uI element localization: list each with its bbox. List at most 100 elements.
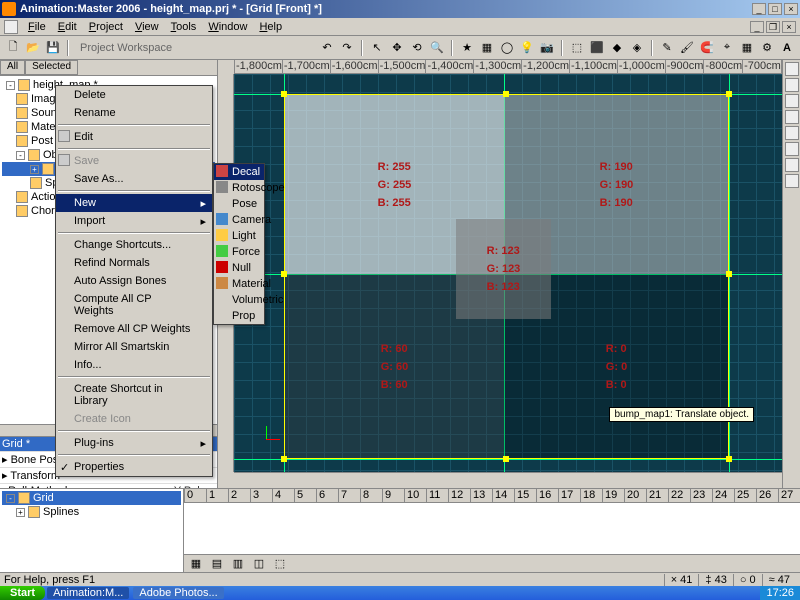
open-file-button[interactable]: 📂 (24, 39, 42, 57)
ctx-shortcuts[interactable]: Change Shortcuts... (56, 236, 212, 254)
tool-undo[interactable]: ↶ (318, 39, 336, 57)
handle-w[interactable] (281, 271, 287, 277)
start-button[interactable]: Start (0, 586, 45, 600)
menu-edit[interactable]: Edit (52, 21, 83, 33)
tool-grid-icon[interactable]: ▦ (738, 39, 756, 57)
viewport-hscroll[interactable] (234, 472, 784, 488)
tool-rotate[interactable]: ⟲ (408, 39, 426, 57)
save-file-button[interactable]: 💾 (44, 39, 62, 57)
ctx-edit[interactable]: Edit (56, 128, 212, 146)
new-file-button[interactable]: 🗋 (4, 39, 22, 57)
sub-prop[interactable]: Prop (214, 308, 264, 324)
inner-close-button[interactable]: × (782, 21, 796, 33)
tool-sphere-icon[interactable]: ◯ (498, 39, 516, 57)
ctx-new[interactable]: New (56, 194, 212, 212)
timeline[interactable]: 0123456789101112131415161718192021222324… (184, 489, 800, 572)
sub-decal[interactable]: Decal (214, 164, 264, 180)
sub-roto[interactable]: Rotoscope (214, 180, 264, 196)
tl-btn-5[interactable]: ⬚ (271, 555, 289, 573)
menu-help[interactable]: Help (253, 21, 288, 33)
handle-e[interactable] (726, 271, 732, 277)
rtool-curve-icon[interactable] (785, 110, 799, 124)
sub-material[interactable]: Material (214, 276, 264, 292)
ctx-libshortcut[interactable]: Create Shortcut in Library (56, 380, 212, 410)
btree-grid[interactable]: -Grid (2, 491, 181, 505)
menu-project[interactable]: Project (83, 21, 129, 33)
rtool-arrow-icon[interactable] (785, 62, 799, 76)
ctx-autobones[interactable]: Auto Assign Bones (56, 272, 212, 290)
handle-n[interactable] (503, 91, 509, 97)
ctx-mirror[interactable]: Mirror All Smartskin (56, 338, 212, 356)
sub-camera[interactable]: Camera (214, 212, 264, 228)
tool-c[interactable]: ◆ (608, 39, 626, 57)
close-button[interactable]: × (784, 3, 798, 15)
viewport[interactable]: -1,800cm-1,700cm-1,600cm-1,500cm-1,400cm… (218, 60, 800, 488)
tool-select[interactable]: ↖ (368, 39, 386, 57)
tool-a[interactable]: ⬚ (568, 39, 586, 57)
tl-btn-2[interactable]: ▤ (208, 555, 226, 573)
tool-snap-icon[interactable]: ⌖ (718, 39, 736, 57)
tool-cube-icon[interactable]: ▦ (478, 39, 496, 57)
tool-magnet-icon[interactable]: 🧲 (698, 39, 716, 57)
tool-zoom[interactable]: 🔍 (428, 39, 446, 57)
ctx-refind[interactable]: Refind Normals (56, 254, 212, 272)
sub-null[interactable]: Null (214, 260, 264, 276)
tab-all[interactable]: All (0, 60, 25, 75)
rtool-add-icon[interactable] (785, 94, 799, 108)
tool-light-icon[interactable]: 💡 (518, 39, 536, 57)
ctx-compcpw[interactable]: Compute All CP Weights (56, 290, 212, 320)
handle-se[interactable] (726, 456, 732, 462)
tl-btn-1[interactable]: ▦ (187, 555, 205, 573)
minimize-button[interactable]: _ (752, 3, 766, 15)
rtool-text-icon[interactable] (785, 174, 799, 188)
tab-selected[interactable]: Selected (25, 60, 78, 75)
system-tray[interactable]: 17:26 (760, 586, 800, 600)
ctx-import[interactable]: Import (56, 212, 212, 230)
ctx-save-as[interactable]: Save As... (56, 170, 212, 188)
handle-nw[interactable] (281, 91, 287, 97)
inner-restore-button[interactable]: ❐ (766, 21, 780, 33)
ctx-delete[interactable]: Delete (56, 86, 212, 104)
handle-sw[interactable] (281, 456, 287, 462)
selection-box[interactable] (284, 94, 729, 459)
ctx-properties[interactable]: Properties (56, 458, 212, 476)
btree-splines[interactable]: +Splines (2, 505, 181, 519)
tool-pencil-icon[interactable]: ✎ (658, 39, 676, 57)
sub-force[interactable]: Force (214, 244, 264, 260)
canvas[interactable]: R: 255G: 255B: 255 R: 190G: 190B: 190 R:… (234, 74, 784, 472)
rtool-square-icon[interactable] (785, 142, 799, 156)
menu-file[interactable]: File (22, 21, 52, 33)
sub-volum[interactable]: Volumetric (214, 292, 264, 308)
tl-btn-4[interactable]: ◫ (250, 555, 268, 573)
ctx-info[interactable]: Info... (56, 356, 212, 374)
tool-move[interactable]: ✥ (388, 39, 406, 57)
rtool-circle-icon[interactable] (785, 126, 799, 140)
tl-btn-3[interactable]: ▥ (229, 555, 247, 573)
handle-ne[interactable] (726, 91, 732, 97)
tool-b[interactable]: ⬛ (588, 39, 606, 57)
rtool-star-icon[interactable] (785, 158, 799, 172)
handle-s[interactable] (503, 456, 509, 462)
maximize-button[interactable]: □ (768, 3, 782, 15)
tool-star-icon[interactable]: ★ (458, 39, 476, 57)
tool-text[interactable]: A (778, 39, 796, 57)
right-toolstrip (782, 60, 800, 488)
timeline-tree[interactable]: -Grid +Splines (0, 489, 184, 572)
ctx-rename[interactable]: Rename (56, 104, 212, 122)
ctx-remcpw[interactable]: Remove All CP Weights (56, 320, 212, 338)
task-photoshop[interactable]: Adobe Photos... (133, 587, 223, 599)
sub-pose[interactable]: Pose (214, 196, 264, 212)
tool-brush-icon[interactable]: 🖌 (678, 39, 696, 57)
tool-redo[interactable]: ↷ (338, 39, 356, 57)
inner-minimize-button[interactable]: _ (750, 21, 764, 33)
task-app[interactable]: Animation:M... (47, 587, 129, 599)
ctx-plugins[interactable]: Plug-ins (56, 434, 212, 452)
rtool-hand-icon[interactable] (785, 78, 799, 92)
menu-tools[interactable]: Tools (165, 21, 203, 33)
tool-d[interactable]: ◈ (628, 39, 646, 57)
tool-gear-icon[interactable]: ⚙ (758, 39, 776, 57)
menu-window[interactable]: Window (202, 21, 253, 33)
sub-light[interactable]: Light (214, 228, 264, 244)
menu-view[interactable]: View (129, 21, 165, 33)
tool-camera-icon[interactable]: 📷 (538, 39, 556, 57)
